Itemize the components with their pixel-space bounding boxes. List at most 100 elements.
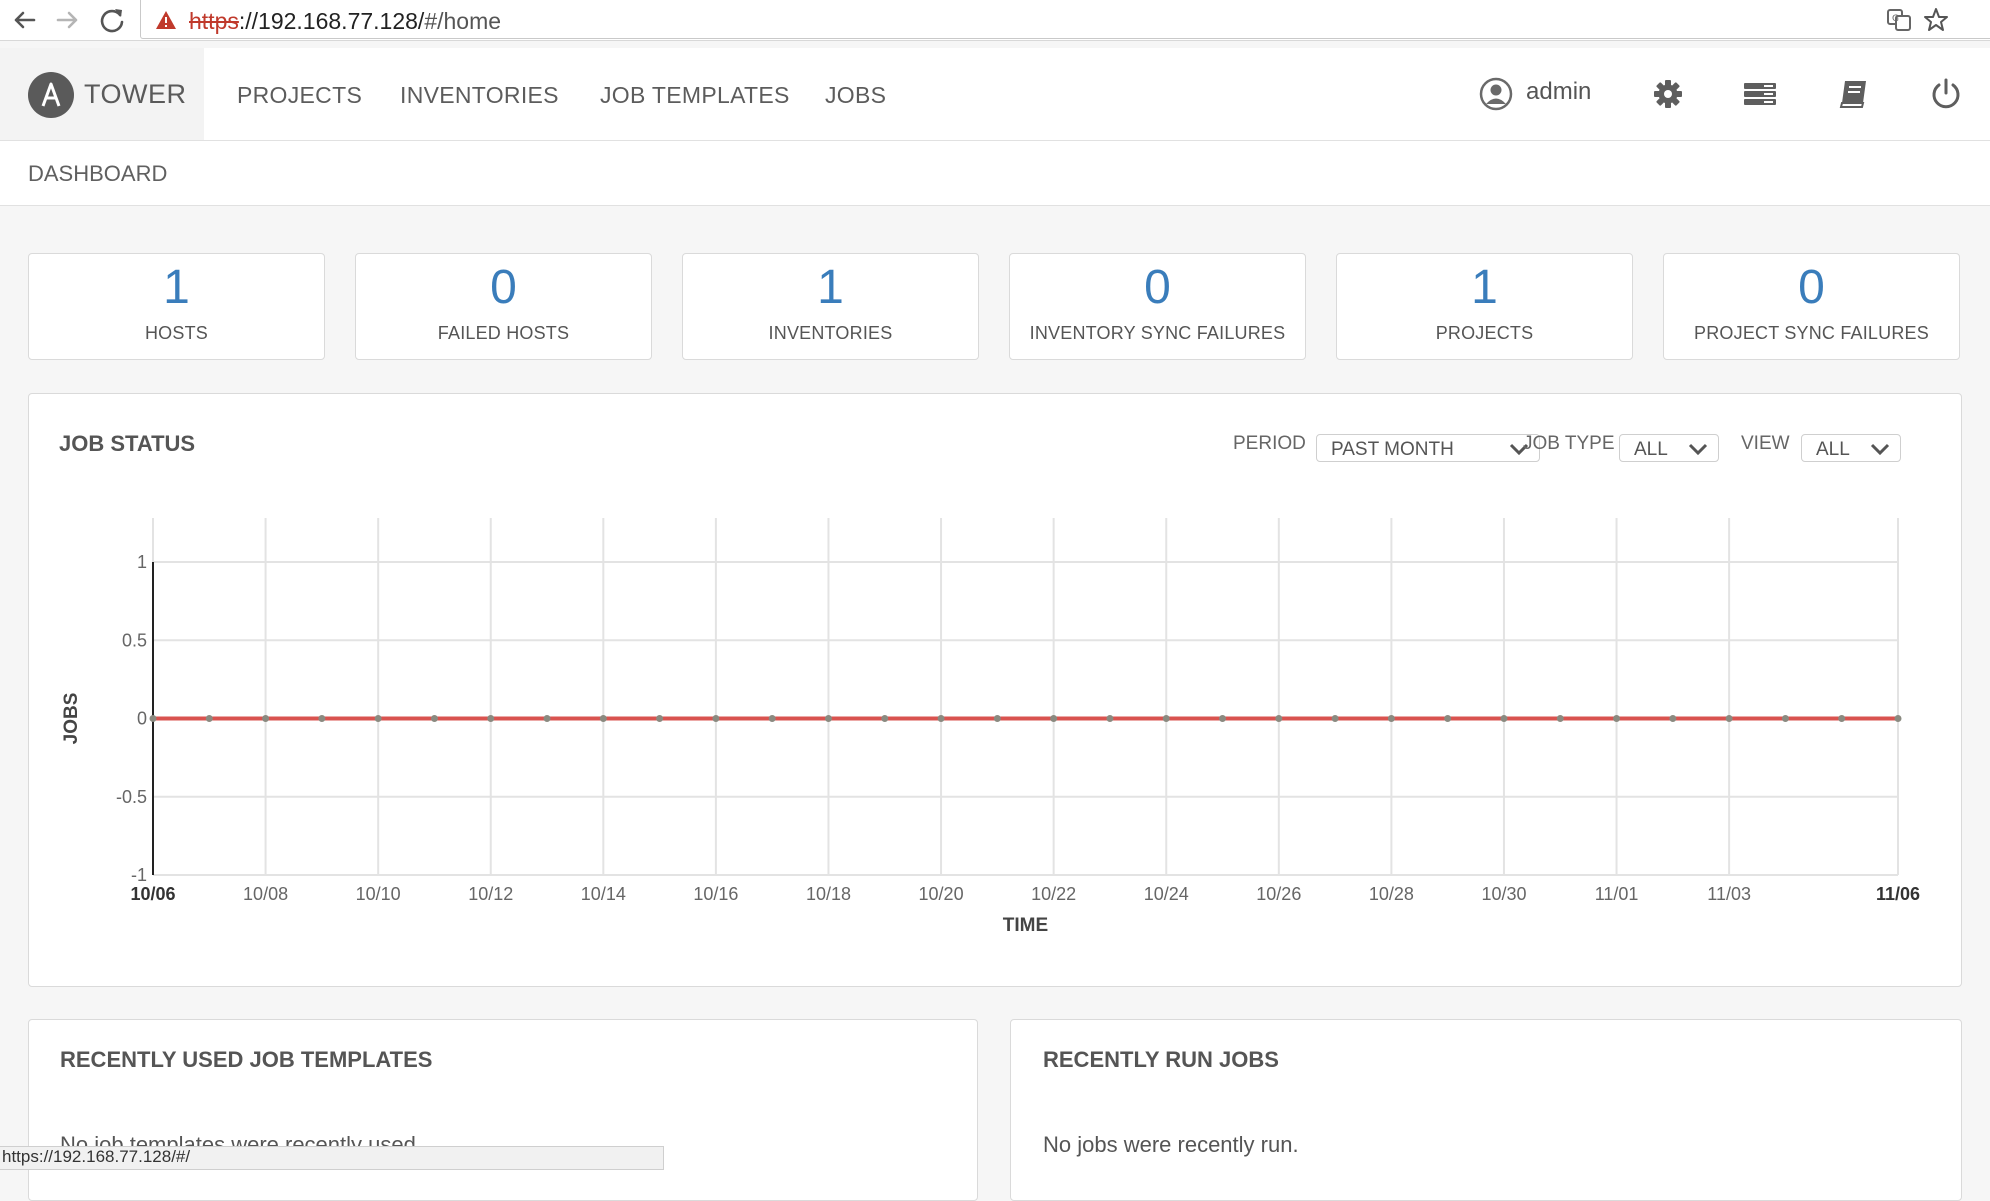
y-tick-label: 1 [137, 552, 147, 572]
breadcrumb: DASHBOARD [0, 141, 1990, 206]
count-card-hosts[interactable]: 1 HOSTS [28, 253, 325, 360]
data-point [1725, 715, 1733, 722]
reload-icon[interactable] [96, 4, 128, 36]
job-status-title: JOB STATUS [59, 431, 196, 456]
browser-toolbar: https://192.168.77.128/#/home G [0, 0, 1990, 41]
count-value: 1 [817, 261, 844, 314]
job-type-select[interactable]: ALL [1619, 434, 1719, 462]
documentation-book-icon[interactable] [1836, 76, 1872, 112]
app-header: TOWER PROJECTS INVENTORIES JOB TEMPLATES… [0, 48, 1990, 141]
count-value: 1 [163, 261, 190, 314]
data-point [1781, 715, 1789, 722]
nav-jobs[interactable]: JOBS [825, 82, 886, 109]
count-label: INVENTORIES [768, 323, 893, 343]
view-label: VIEW [1741, 433, 1790, 454]
count-card-failed-hosts[interactable]: 0 FAILED HOSTS [355, 253, 652, 360]
count-value: 0 [1144, 261, 1171, 314]
x-tick-label: 10/26 [1256, 884, 1301, 904]
x-tick-label: 10/10 [356, 884, 401, 904]
url-text: https://192.168.77.128/#/home [189, 8, 502, 34]
count-card-project-sync-failures[interactable]: 0 PROJECT SYNC FAILURES [1663, 253, 1960, 360]
warning-icon [156, 11, 176, 29]
x-tick-label: 10/22 [1031, 884, 1076, 904]
data-point [881, 715, 889, 722]
recent-jobs-title: RECENTLY RUN JOBS [1043, 1047, 1279, 1072]
recent-job-templates-title: RECENTLY USED JOB TEMPLATES [60, 1047, 433, 1072]
user-name[interactable]: admin [1526, 78, 1591, 106]
count-value: 1 [1471, 261, 1498, 314]
forward-icon[interactable] [52, 4, 84, 36]
x-axis-title: TIME [1003, 915, 1048, 936]
data-point [1556, 715, 1564, 722]
data-point [1106, 715, 1114, 722]
y-tick-label: -0.5 [116, 787, 147, 807]
data-point [1275, 715, 1283, 722]
count-card-projects[interactable]: 1 PROJECTS [1336, 253, 1633, 360]
count-label: PROJECTS [1435, 323, 1534, 343]
translate-icon[interactable]: G [1887, 8, 1911, 32]
job-type-label: JOB TYPE [1523, 433, 1615, 454]
count-label: PROJECT SYNC FAILURES [1694, 323, 1929, 343]
brand[interactable]: TOWER [0, 48, 204, 140]
ansible-logo-icon [28, 72, 74, 118]
breadcrumb-dashboard: DASHBOARD [28, 161, 168, 186]
y-tick-label: 0.5 [122, 630, 147, 650]
job-status-chart: 1 0.5 0 -0.5 -110/06 10/08 10/10 10/12 10/14 10/1… [61, 518, 1920, 936]
view-value: ALL [1816, 439, 1850, 460]
brand-name: TOWER [84, 79, 187, 109]
data-point [430, 715, 438, 722]
data-point [1050, 715, 1058, 722]
data-point [599, 715, 607, 722]
user-avatar-icon[interactable] [1478, 76, 1514, 112]
x-tick-label: 10/16 [693, 884, 738, 904]
nav-job-templates[interactable]: JOB TEMPLATES [600, 82, 790, 109]
data-point [824, 715, 832, 722]
count-card-inventories[interactable]: 1 INVENTORIES [682, 253, 979, 360]
x-tick-label: 10/06 [130, 884, 175, 904]
job-list-icon[interactable] [1742, 76, 1778, 112]
x-tick-label: 11/06 [1876, 884, 1920, 904]
x-tick-label: 10/12 [468, 884, 513, 904]
back-icon[interactable] [8, 4, 40, 36]
x-tick-label: 10/08 [243, 884, 288, 904]
y-tick-label: -1 [131, 865, 147, 885]
data-point [1219, 715, 1227, 722]
data-point [1331, 715, 1339, 722]
data-point [487, 715, 495, 722]
y-tick-label: 0 [137, 709, 147, 729]
x-tick-label: 10/18 [806, 884, 851, 904]
data-point [543, 715, 551, 722]
data-point [712, 715, 720, 722]
x-tick-label: 10/14 [581, 884, 626, 904]
svg-text:G: G [1892, 14, 1899, 24]
data-point [1162, 715, 1170, 722]
x-tick-label: 10/24 [1144, 884, 1189, 904]
count-value: 0 [490, 261, 517, 314]
data-point [1444, 715, 1452, 722]
address-bar[interactable]: https://192.168.77.128/#/home G [140, 0, 1990, 39]
data-point [374, 715, 382, 722]
settings-gear-icon[interactable] [1650, 76, 1686, 112]
nav-inventories[interactable]: INVENTORIES [400, 82, 559, 109]
x-tick-label: 10/30 [1481, 884, 1526, 904]
data-point [1613, 715, 1621, 722]
recent-jobs-empty: No jobs were recently run. [1043, 1132, 1299, 1157]
count-card-inventory-sync-failures[interactable]: 0 INVENTORY SYNC FAILURES [1009, 253, 1306, 360]
period-label: PERIOD [1233, 433, 1306, 454]
count-label: FAILED HOSTS [437, 323, 570, 343]
data-point [768, 715, 776, 722]
logout-power-icon[interactable] [1928, 76, 1964, 112]
data-point [1838, 715, 1846, 722]
bookmark-star-icon[interactable] [1923, 7, 1949, 33]
x-tick-label: 10/20 [919, 884, 964, 904]
data-point [205, 715, 213, 722]
data-point [1387, 715, 1395, 722]
nav-projects[interactable]: PROJECTS [237, 82, 362, 109]
x-tick-label: 11/03 [1707, 884, 1751, 904]
view-select[interactable]: ALL [1801, 434, 1901, 462]
count-label: HOSTS [144, 323, 208, 343]
job-type-value: ALL [1634, 439, 1668, 460]
period-select[interactable]: PAST MONTH [1316, 434, 1540, 462]
data-point [262, 715, 270, 722]
data-point [1894, 715, 1902, 722]
